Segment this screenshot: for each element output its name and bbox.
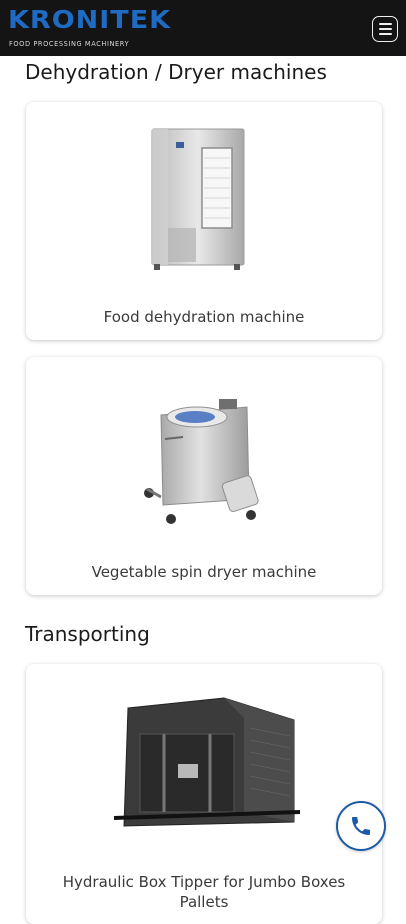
kronitek-logo[interactable]: KRONITEK FOOD PROCESSING MACHINERY [8,6,172,52]
section-title-transporting: Transporting [25,622,150,646]
call-button[interactable] [336,801,386,851]
hamburger-menu-icon[interactable] [372,16,398,42]
site-header: KRONITEK FOOD PROCESSING MACHINERY [0,0,406,56]
product-card-food-dehydration[interactable]: Food dehydration machine [26,102,382,340]
logo-wordmark: KRONITEK [8,6,172,35]
product-image-food-dehydrator [26,124,382,274]
product-card-vegetable-spin-dryer[interactable]: Vegetable spin dryer machine [26,357,382,595]
product-image-box-tipper [26,694,382,834]
phone-icon [352,817,370,835]
product-card-hydraulic-box-tipper[interactable]: Hydraulic Box Tipper for Jumbo Boxes Pal… [26,664,382,924]
section-title-dehydration: Dehydration / Dryer machines [25,60,327,84]
product-caption: Vegetable spin dryer machine [91,563,317,581]
product-caption: Hydraulic Box Tipper for Jumbo Boxes Pal… [62,873,346,911]
product-caption: Food dehydration machine [103,308,305,326]
product-image-spin-dryer [26,387,382,532]
logo-tagline: FOOD PROCESSING MACHINERY [9,40,130,48]
